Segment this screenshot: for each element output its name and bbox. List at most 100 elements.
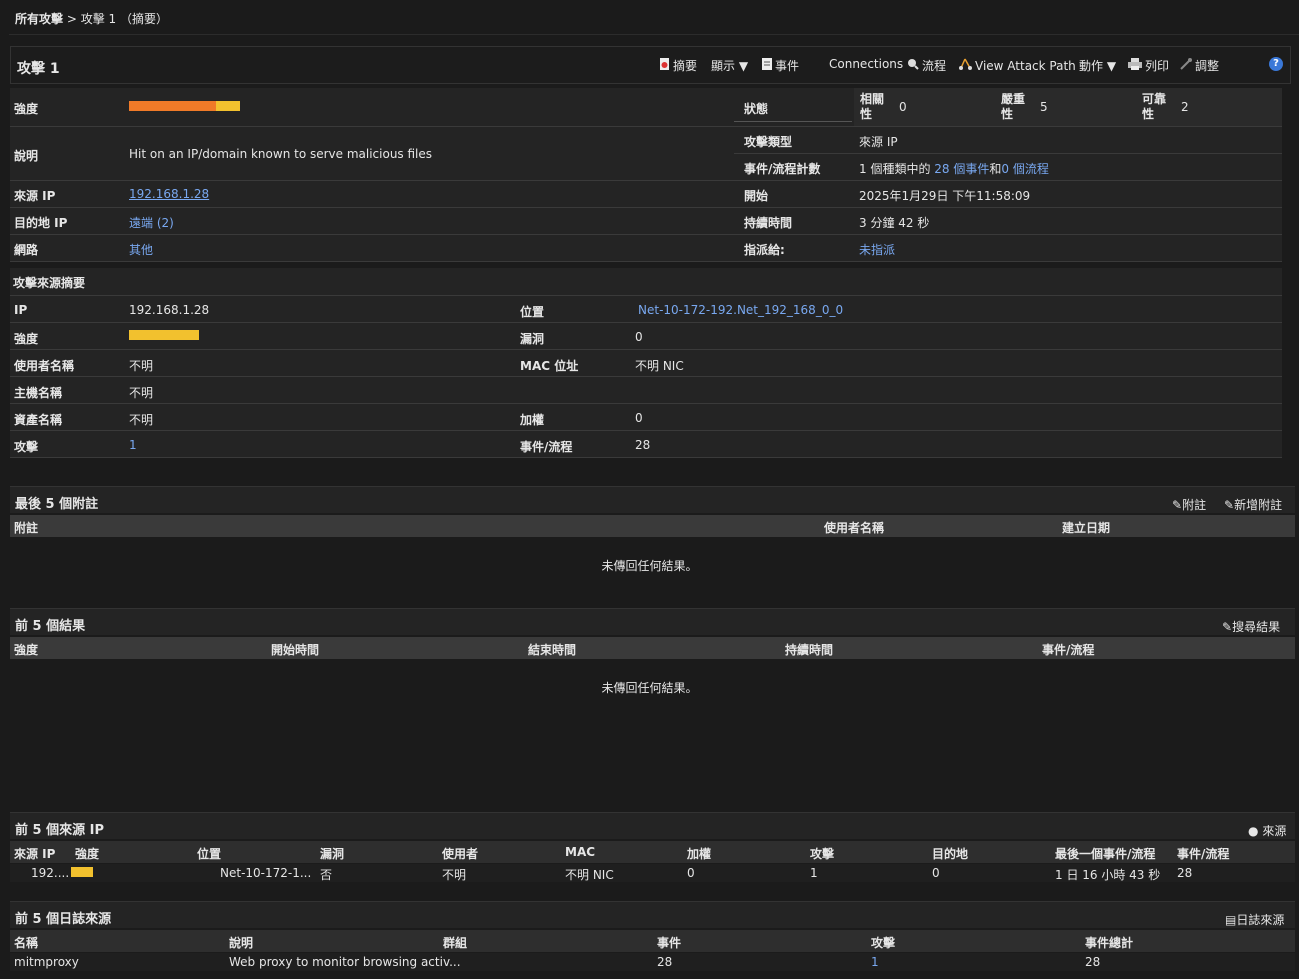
ss-offenses-link[interactable]: 1 [129, 438, 137, 452]
add-note-button[interactable]: ✎附註 [1172, 496, 1206, 513]
col-ls-total[interactable]: 事件總計 [1085, 934, 1133, 951]
magnitude-label: 強度 [14, 102, 39, 116]
page-title: 攻擊 1 [17, 61, 60, 77]
col-ls-group[interactable]: 群組 [443, 934, 467, 951]
flows-button[interactable]: 流程 [907, 57, 946, 74]
flows-count-link[interactable]: 0 個流程 [1001, 162, 1048, 176]
summary-label: 摘要 [673, 59, 698, 73]
notes-section-header: 最後 5 個附註 ✎附註 ✎新增附註 [10, 486, 1295, 513]
search-results-label: 搜尋結果 [1232, 620, 1281, 634]
notes-table-header: 附註 使用者名稱 建立日期 [10, 515, 1295, 537]
col-ip-mac[interactable]: MAC [565, 845, 595, 859]
log-sources-section-header: 前 5 個日誌來源 ▤日誌來源 [10, 901, 1295, 928]
breadcrumb-root-link[interactable]: 所有攻擊 [15, 12, 63, 26]
help-icon[interactable]: ? [1269, 57, 1283, 71]
col-ls-events[interactable]: 事件 [657, 934, 681, 951]
col-magnitude[interactable]: 強度 [14, 641, 38, 658]
col-start-time[interactable]: 開始時間 [271, 641, 319, 658]
severity-value: 5 [1040, 100, 1048, 114]
connections-button[interactable]: Connections [829, 57, 903, 71]
col-ip-events-flows[interactable]: 事件/流程 [1177, 845, 1229, 862]
overview-row-destination: 目的地 IP 遠端 (2) 持續時間 3 分鐘 42 秒 [10, 208, 1282, 235]
summary-icon [659, 58, 670, 73]
ss-ip-label: IP [14, 303, 28, 317]
source-ips-section-header: 前 5 個來源 IP ● 來源 [10, 812, 1295, 839]
table-row[interactable]: mitmproxy Web proxy to monitor browsing … [10, 953, 1295, 971]
col-ls-description[interactable]: 說明 [229, 934, 253, 951]
col-ip-location[interactable]: 位置 [197, 845, 221, 862]
event-flow-count-value: 1 個種類中的 28 個事件和0 個流程 [859, 160, 1049, 177]
view-attack-path-button[interactable]: View Attack Path [959, 57, 1076, 73]
destination-ip-link[interactable]: 遠端 (2) [129, 214, 174, 231]
new-note-button[interactable]: ✎新增附註 [1224, 496, 1282, 513]
breadcrumb-separator: > [63, 12, 81, 26]
col-ip-vuln[interactable]: 漏洞 [320, 845, 344, 862]
events-count-link[interactable]: 28 個事件 [934, 162, 989, 176]
col-duration[interactable]: 持續時間 [785, 641, 833, 658]
col-note[interactable]: 附註 [14, 519, 38, 536]
col-ip-offenses[interactable]: 攻擊 [810, 845, 834, 862]
source-ip-label: 來源 IP [14, 189, 56, 203]
row-user: 不明 [442, 868, 467, 882]
log-sources-table-header: 名稱 說明 群組 事件 攻擊 事件總計 [10, 930, 1295, 952]
summary-button[interactable]: 摘要 [659, 57, 697, 74]
actions-menu[interactable]: 動作 ▼ [1079, 57, 1116, 74]
col-source-ip[interactable]: 來源 IP [14, 845, 55, 862]
ss-weight-value: 0 [635, 411, 643, 425]
row-source-ip[interactable]: 192.... [31, 866, 69, 880]
col-username[interactable]: 使用者名稱 [824, 519, 884, 536]
row-ls-offenses[interactable]: 1 [871, 955, 879, 969]
tune-button[interactable]: 調整 [1180, 57, 1219, 74]
col-created-date[interactable]: 建立日期 [1062, 519, 1110, 536]
search-results-button[interactable]: ✎搜尋結果 [1222, 618, 1280, 635]
ss-weight-label: 加權 [520, 413, 545, 427]
document-icon [762, 58, 772, 73]
results-title: 前 5 個結果 [15, 619, 86, 634]
ss-magnitude-bar [129, 330, 199, 340]
row-weight: 0 [687, 866, 695, 880]
log-sources-label: 日誌來源 [1236, 913, 1285, 927]
assigned-link[interactable]: 未指派 [859, 241, 895, 258]
sources-label: 來源 [1262, 824, 1287, 838]
relevance-value: 0 [899, 100, 907, 114]
col-ls-offenses[interactable]: 攻擊 [871, 934, 895, 951]
col-ls-name[interactable]: 名稱 [14, 934, 38, 951]
printer-icon [1128, 58, 1142, 73]
source-ips-title: 前 5 個來源 IP [15, 823, 104, 838]
source-ip-link[interactable]: 192.168.1.28 [129, 187, 209, 201]
row-events-flows: 28 [1177, 866, 1193, 880]
display-menu[interactable]: 顯示 ▼ [711, 57, 748, 74]
log-sources-button[interactable]: ▤日誌來源 [1225, 911, 1284, 928]
row-ls-total: 28 [1085, 955, 1101, 969]
row-offenses: 1 [810, 866, 818, 880]
col-ip-magnitude[interactable]: 強度 [75, 845, 99, 862]
ss-host-label: 主機名稱 [14, 386, 63, 400]
scores-cell: 相關性 0 嚴重性 5 可靠性 2 [854, 88, 1282, 126]
overview-row-source: 來源 IP 192.168.1.28 開始 2025年1月29日 下午11:58… [10, 181, 1282, 208]
ss-location-link[interactable]: Net-10-172-192.Net_192_168_0_0 [638, 303, 843, 317]
network-link[interactable]: 其他 [129, 241, 153, 258]
col-end-time[interactable]: 結束時間 [528, 641, 576, 658]
offense-type-value: 來源 IP [859, 135, 898, 149]
description-value: Hit on an IP/domain known to serve malic… [129, 147, 433, 161]
print-button[interactable]: 列印 [1128, 57, 1169, 74]
sources-button[interactable]: ● 來源 [1248, 822, 1286, 839]
events-button[interactable]: 事件 [762, 57, 799, 74]
ss-vuln-value: 0 [635, 330, 643, 344]
ss-row-host: 主機名稱 不明 [10, 377, 1282, 404]
breadcrumb-current: 攻擊 1 （摘要） [80, 12, 168, 26]
status-label: 狀態 [744, 102, 769, 116]
table-row[interactable]: 192.... Net-10-172-1... 否 不明 不明 NIC 0 1 … [10, 864, 1295, 882]
col-events-flows[interactable]: 事件/流程 [1042, 641, 1094, 658]
col-ip-user[interactable]: 使用者 [442, 845, 478, 862]
destination-ip-label: 目的地 IP [14, 216, 68, 230]
pencil-icon: ✎ [1222, 620, 1233, 634]
new-note-label: 新增附註 [1234, 498, 1283, 512]
col-ip-last-event[interactable]: 最後一個事件/流程 [1055, 845, 1155, 862]
col-ip-destination[interactable]: 目的地 [932, 845, 968, 862]
source-summary-title: 攻擊來源摘要 [13, 276, 86, 290]
offense-overview: 強度 狀態 相關性 0 嚴重性 5 可靠性 2 說明 Hit on an IP/… [10, 88, 1282, 262]
col-ip-weight[interactable]: 加權 [687, 845, 711, 862]
row-ls-name[interactable]: mitmproxy [14, 955, 79, 969]
pencil-icon: ✎ [1224, 498, 1235, 512]
